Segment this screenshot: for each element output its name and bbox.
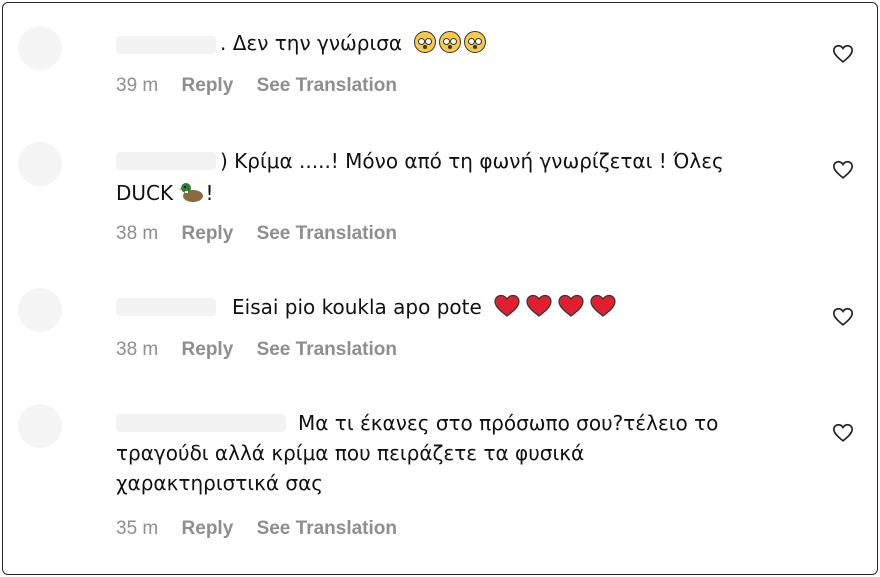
comment-body-duck-word: DUCK [116,181,174,205]
heart-icon[interactable] [832,422,854,444]
see-translation-button[interactable]: See Translation [257,339,397,360]
avatar[interactable] [18,26,62,70]
heart-icon[interactable] [832,306,854,328]
comment-meta: 39 m Reply See Translation [116,75,415,97]
comment-body-line3: χαρακτηριστικά σας [116,471,323,495]
comment-text: Eisai pio koukla apo pote [116,292,776,322]
comment-meta: 38 m Reply See Translation [116,339,415,361]
comment-text: . Δεν την γνώρισα [116,28,776,58]
red-heart-emoji [494,294,622,319]
heart-icon[interactable] [832,159,854,181]
comment-body-line1: Μα τι έκανες στο πρόσωπο σου?τέλειο το [298,411,719,435]
comment-meta: 35 m Reply See Translation [116,518,415,540]
comment-time: 38 m [116,223,159,244]
heart-icon[interactable] [832,43,854,65]
flushed-face-emoji [414,31,489,55]
reply-button[interactable]: Reply [182,223,234,244]
comment-prefix: . [220,31,227,55]
see-translation-button[interactable]: See Translation [257,518,397,539]
reply-button[interactable]: Reply [182,75,234,96]
comment-body-line1: Κρίμα .....! Μόνο από τη φωνή γνωρίζεται… [234,149,724,173]
avatar[interactable] [18,142,62,186]
see-translation-button[interactable]: See Translation [257,75,397,96]
comment-time: 39 m [116,75,159,96]
comment-meta: 38 m Reply See Translation [116,223,415,245]
comment-time: 35 m [116,518,159,539]
comment-body: Δεν την γνώρισα [232,31,403,55]
duck-emoji [179,183,204,202]
comment-body: Eisai pio koukla apo pote [232,295,482,319]
comment-body-line2: τραγούδι αλλά κρίμα που πειράζετε τα φυσ… [116,441,585,465]
reply-button[interactable]: Reply [182,339,234,360]
comment-prefix: ) [220,149,228,173]
comment-time: 38 m [116,339,159,360]
comment-text: ) Κρίμα .....! Μόνο από τη φωνή γνωρίζετ… [116,146,776,208]
comment-text: Μα τι έκανες στο πρόσωπο σου?τέλειο το τ… [116,408,776,498]
avatar[interactable] [18,288,62,332]
see-translation-button[interactable]: See Translation [257,223,397,244]
reply-button[interactable]: Reply [182,518,234,539]
comment-body-exclaim: ! [205,181,214,205]
avatar[interactable] [18,404,62,448]
